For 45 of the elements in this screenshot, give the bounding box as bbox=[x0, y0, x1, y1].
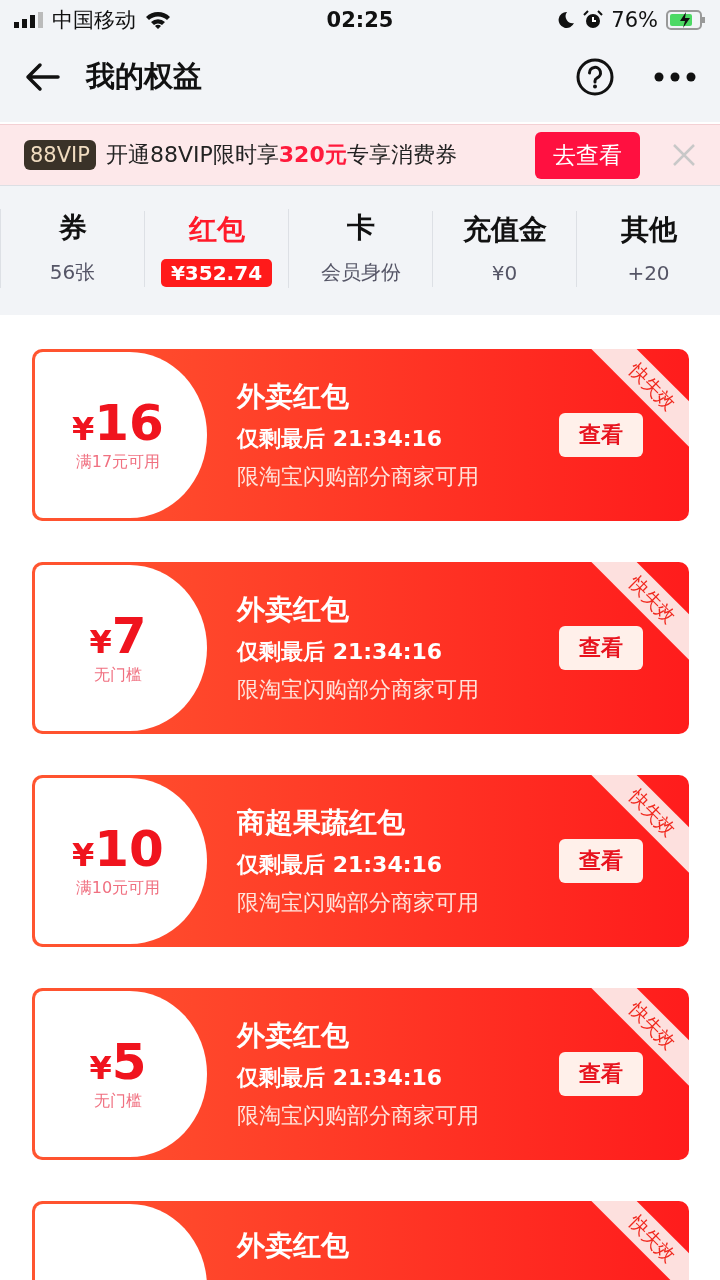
usage-condition: 无门槛 bbox=[94, 1090, 142, 1112]
moon-icon bbox=[557, 11, 576, 29]
help-icon[interactable] bbox=[576, 58, 614, 96]
packet-title: 外卖红包 bbox=[237, 1018, 350, 1054]
packet-title: 外卖红包 bbox=[237, 1228, 350, 1264]
view-button[interactable]: 查看 bbox=[559, 839, 643, 883]
alarm-clock-icon bbox=[583, 10, 604, 30]
usage-condition: 满10元可用 bbox=[75, 877, 161, 899]
battery-percent: 76% bbox=[611, 8, 658, 32]
countdown-text: 仅剩最后 21:34:16 bbox=[237, 425, 444, 453]
view-button[interactable]: 查看 bbox=[559, 413, 643, 457]
clock-time: 02:25 bbox=[326, 8, 394, 32]
countdown-text: 仅剩最后 21:34:16 bbox=[237, 638, 444, 666]
wifi-icon bbox=[144, 10, 172, 30]
scope-text: 限淘宝闪购部分商家可用 bbox=[237, 676, 480, 704]
category-tab[interactable]: 充值金 ¥0 bbox=[432, 210, 576, 287]
category-tab[interactable]: 红包 ¥352.74 bbox=[144, 210, 288, 287]
view-button[interactable]: 查看 bbox=[559, 1052, 643, 1096]
amount-text: ¥10 bbox=[72, 823, 164, 874]
usage-condition: 满17元可用 bbox=[75, 451, 161, 473]
scope-text: 限淘宝闪购部分商家可用 bbox=[237, 889, 480, 917]
scope-text: 限淘宝闪购部分商家可用 bbox=[237, 463, 480, 491]
amount-text: ¥7 bbox=[89, 610, 147, 661]
battery-charging-icon bbox=[666, 10, 706, 30]
view-button[interactable]: 查看 bbox=[559, 626, 643, 670]
amount-text: ¥5 bbox=[89, 1036, 147, 1087]
scope-text: 限淘宝闪购部分商家可用 bbox=[237, 1102, 480, 1130]
amount-text: ¥16 bbox=[72, 397, 164, 448]
countdown-text: 仅剩最后 21:34:16 bbox=[237, 1064, 444, 1092]
signal-icon bbox=[14, 12, 44, 28]
countdown-text: 仅剩最后 21:34:16 bbox=[237, 851, 444, 879]
category-tab[interactable]: 其他 +20 bbox=[576, 210, 720, 287]
packet-title: 外卖红包 bbox=[237, 379, 350, 415]
usage-condition: 无门槛 bbox=[94, 664, 142, 686]
packet-title: 外卖红包 bbox=[237, 592, 350, 628]
more-icon[interactable] bbox=[654, 72, 696, 82]
packet-title: 商超果蔬红包 bbox=[237, 805, 406, 841]
view-button[interactable]: 去查看 bbox=[535, 131, 640, 179]
page-title: 我的权益 bbox=[86, 58, 203, 95]
promo-text: 开通88VIP限时享320元专享消费券 bbox=[105, 141, 458, 169]
vip-badge: 88VIP bbox=[24, 140, 96, 170]
back-arrow-icon[interactable] bbox=[24, 62, 60, 92]
carrier-name: 中国移动 bbox=[52, 7, 136, 34]
category-tab[interactable]: 卡 会员身份 bbox=[288, 209, 432, 288]
category-tab[interactable]: 券 56张 bbox=[0, 209, 144, 288]
